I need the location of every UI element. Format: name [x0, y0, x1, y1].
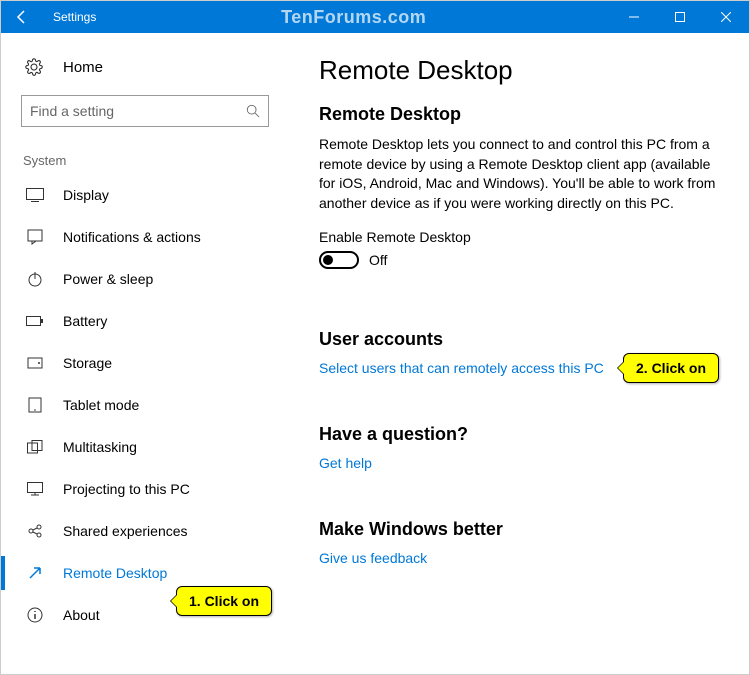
remote-desktop-icon — [25, 565, 45, 581]
sidebar-item-shared[interactable]: Shared experiences — [1, 510, 289, 552]
search-icon — [246, 104, 260, 118]
section-question: Have a question? — [319, 424, 719, 445]
sidebar-section-label: System — [1, 135, 289, 174]
maximize-button[interactable] — [657, 1, 703, 33]
projecting-icon — [25, 482, 45, 496]
sidebar-item-storage[interactable]: Storage — [1, 342, 289, 384]
battery-icon — [25, 315, 45, 327]
sidebar-item-label: Notifications & actions — [63, 229, 201, 245]
back-button[interactable] — [1, 1, 43, 33]
toggle-state: Off — [369, 252, 387, 268]
feedback-link[interactable]: Give us feedback — [319, 550, 427, 566]
get-help-link[interactable]: Get help — [319, 455, 372, 471]
sidebar-item-label: Remote Desktop — [63, 565, 167, 581]
sidebar-item-label: Tablet mode — [63, 397, 139, 413]
window-title: Settings — [43, 10, 96, 24]
multitasking-icon — [25, 440, 45, 454]
search-field[interactable] — [30, 103, 246, 119]
minimize-button[interactable] — [611, 1, 657, 33]
gear-icon — [25, 58, 45, 76]
sidebar-item-label: Power & sleep — [63, 271, 153, 287]
sidebar-item-label: Storage — [63, 355, 112, 371]
section-better: Make Windows better — [319, 519, 719, 540]
sidebar-home[interactable]: Home — [1, 47, 289, 87]
sidebar-item-label: Projecting to this PC — [63, 481, 190, 497]
sidebar-item-label: Multitasking — [63, 439, 137, 455]
about-icon — [25, 607, 45, 623]
sidebar-item-multitasking[interactable]: Multitasking — [1, 426, 289, 468]
sidebar: Home System Display Notifications & acti… — [1, 33, 289, 674]
sidebar-item-label: Battery — [63, 313, 107, 329]
sidebar-item-label: Shared experiences — [63, 523, 188, 539]
sidebar-item-tablet[interactable]: Tablet mode — [1, 384, 289, 426]
remote-desktop-description: Remote Desktop lets you connect to and c… — [319, 135, 719, 213]
callout-1: 1. Click on — [176, 586, 272, 616]
power-icon — [25, 271, 45, 287]
callout-2: 2. Click on — [623, 353, 719, 383]
shared-icon — [25, 523, 45, 539]
section-remote-desktop: Remote Desktop — [319, 104, 719, 125]
titlebar: Settings TenForums.com — [1, 1, 749, 33]
sidebar-item-power[interactable]: Power & sleep — [1, 258, 289, 300]
sidebar-item-label: Display — [63, 187, 109, 203]
select-users-link[interactable]: Select users that can remotely access th… — [319, 360, 604, 376]
page-title: Remote Desktop — [319, 55, 719, 86]
watermark: TenForums.com — [96, 7, 611, 28]
sidebar-item-notifications[interactable]: Notifications & actions — [1, 216, 289, 258]
sidebar-item-battery[interactable]: Battery — [1, 300, 289, 342]
sidebar-home-label: Home — [63, 59, 103, 76]
search-input[interactable] — [21, 95, 269, 127]
notifications-icon — [25, 229, 45, 245]
section-user-accounts: User accounts — [319, 329, 719, 350]
close-button[interactable] — [703, 1, 749, 33]
display-icon — [25, 188, 45, 202]
sidebar-item-projecting[interactable]: Projecting to this PC — [1, 468, 289, 510]
enable-remote-desktop-label: Enable Remote Desktop — [319, 229, 719, 245]
tablet-icon — [25, 397, 45, 413]
storage-icon — [25, 355, 45, 371]
sidebar-item-label: About — [63, 607, 100, 623]
sidebar-item-display[interactable]: Display — [1, 174, 289, 216]
enable-remote-desktop-toggle[interactable] — [319, 251, 359, 269]
